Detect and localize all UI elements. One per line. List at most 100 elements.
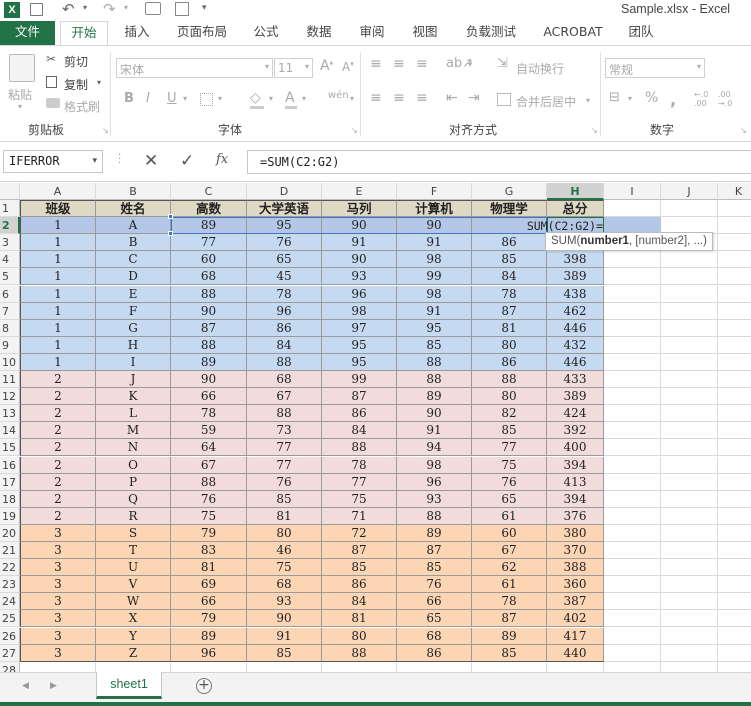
align-top-icon[interactable]: ≡: [370, 56, 382, 72]
row-header[interactable]: 26: [0, 627, 20, 645]
table-cell[interactable]: 61: [472, 576, 547, 594]
table-cell[interactable]: 90: [247, 610, 322, 628]
table-cell[interactable]: 76: [171, 490, 247, 508]
table-cell[interactable]: 95: [322, 353, 397, 371]
fill-handle[interactable]: [168, 214, 173, 220]
format-painter-button[interactable]: 格式刷: [64, 98, 100, 115]
table-cell[interactable]: 78: [472, 593, 547, 611]
table-cell[interactable]: 99: [397, 268, 472, 286]
font-size-select[interactable]: 11 ▾: [274, 58, 313, 78]
table-cell[interactable]: 81: [247, 507, 322, 525]
table-cell[interactable]: 76: [397, 576, 472, 594]
table-cell[interactable]: 89: [472, 627, 547, 645]
table-cell[interactable]: 90: [322, 217, 397, 235]
table-cell[interactable]: 438: [547, 285, 604, 303]
table-cell[interactable]: 88: [171, 336, 247, 354]
empty-cell[interactable]: [718, 593, 751, 611]
empty-cell[interactable]: [718, 576, 751, 594]
empty-cell[interactable]: [718, 234, 751, 252]
table-cell[interactable]: 3: [20, 576, 96, 594]
empty-cell[interactable]: [604, 268, 661, 286]
table-cell[interactable]: 81: [472, 319, 547, 337]
table-cell[interactable]: I: [96, 353, 171, 371]
empty-cell[interactable]: [718, 439, 751, 457]
table-cell[interactable]: 440: [547, 644, 604, 662]
cancel-icon[interactable]: ✕: [144, 151, 158, 171]
empty-cell[interactable]: [604, 388, 661, 406]
table-cell[interactable]: 2: [20, 507, 96, 525]
table-cell[interactable]: 85: [247, 490, 322, 508]
table-cell[interactable]: 76: [472, 473, 547, 491]
table-cell[interactable]: R: [96, 507, 171, 525]
empty-cell[interactable]: [604, 200, 661, 218]
empty-cell[interactable]: [718, 474, 751, 491]
empty-cell[interactable]: [661, 559, 718, 577]
empty-cell[interactable]: [20, 661, 96, 672]
copy-icon[interactable]: [46, 76, 57, 88]
empty-cell[interactable]: [604, 439, 661, 457]
scroll-right-icon[interactable]: ▶: [50, 681, 57, 691]
table-cell[interactable]: 1: [20, 234, 96, 252]
table-cell[interactable]: 98: [322, 302, 397, 320]
table-cell[interactable]: 400: [547, 439, 604, 457]
increase-decimal-icon[interactable]: ←.0.00: [694, 90, 708, 108]
table-cell[interactable]: 2: [20, 456, 96, 474]
table-cell[interactable]: 77: [247, 439, 322, 457]
row-header[interactable]: 18: [0, 490, 20, 508]
empty-cell[interactable]: [661, 319, 718, 337]
table-cell[interactable]: 75: [171, 507, 247, 525]
table-cell[interactable]: 76: [247, 473, 322, 491]
copy-button[interactable]: 复制: [64, 76, 88, 93]
fill-color-dropdown-icon[interactable]: ▾: [269, 94, 273, 103]
empty-cell[interactable]: [718, 405, 751, 423]
row-header[interactable]: 11: [0, 371, 20, 389]
empty-cell[interactable]: [718, 268, 751, 286]
empty-cell[interactable]: [661, 302, 718, 320]
row-header[interactable]: 6: [0, 285, 20, 303]
table-cell[interactable]: U: [96, 559, 171, 577]
table-cell[interactable]: 3: [20, 627, 96, 645]
table-cell[interactable]: 68: [247, 371, 322, 389]
table-cell[interactable]: 67: [171, 456, 247, 474]
empty-cell[interactable]: [604, 473, 661, 491]
camera-icon[interactable]: [145, 2, 161, 15]
table-cell[interactable]: 2: [20, 371, 96, 389]
table-cell[interactable]: 72: [322, 524, 397, 542]
table-cell[interactable]: 89: [397, 524, 472, 542]
table-cell[interactable]: 3: [20, 610, 96, 628]
row-header[interactable]: 17: [0, 473, 20, 491]
font-name-select[interactable]: 宋体 ▾: [116, 58, 273, 78]
table-cell[interactable]: 90: [322, 251, 397, 269]
table-cell[interactable]: 91: [397, 234, 472, 252]
phonetic-icon[interactable]: wén: [328, 90, 349, 101]
table-cell[interactable]: 66: [171, 388, 247, 406]
empty-cell[interactable]: [661, 285, 718, 303]
table-cell[interactable]: 95: [247, 217, 322, 235]
table-cell[interactable]: 96: [322, 285, 397, 303]
table-cell[interactable]: 46: [247, 542, 322, 560]
merge-center-button[interactable]: 合并后居中: [516, 93, 576, 110]
table-cell[interactable]: 84: [472, 268, 547, 286]
table-cell[interactable]: 65: [247, 251, 322, 269]
redo-icon[interactable]: ↷: [103, 0, 116, 18]
column-header-h[interactable]: H: [547, 183, 604, 200]
print-preview-icon[interactable]: [175, 2, 189, 16]
empty-cell[interactable]: [661, 490, 718, 508]
row-header[interactable]: 5: [0, 268, 20, 286]
row-header[interactable]: 3: [0, 234, 20, 252]
table-cell[interactable]: 93: [247, 593, 322, 611]
table-cell[interactable]: 3: [20, 524, 96, 542]
empty-cell[interactable]: [247, 661, 322, 672]
empty-cell[interactable]: [718, 628, 751, 645]
table-cell[interactable]: Q: [96, 490, 171, 508]
cut-icon[interactable]: ✂: [46, 52, 56, 66]
table-cell[interactable]: 77: [472, 439, 547, 457]
tab-page-layout[interactable]: 页面布局: [170, 21, 234, 45]
table-cell[interactable]: 1: [20, 336, 96, 354]
table-cell[interactable]: 446: [547, 353, 604, 371]
table-cell[interactable]: 432: [547, 336, 604, 354]
paste-icon[interactable]: [9, 54, 35, 82]
undo-icon[interactable]: ↶: [62, 0, 75, 18]
empty-cell[interactable]: [472, 661, 547, 672]
table-cell[interactable]: 85: [397, 336, 472, 354]
